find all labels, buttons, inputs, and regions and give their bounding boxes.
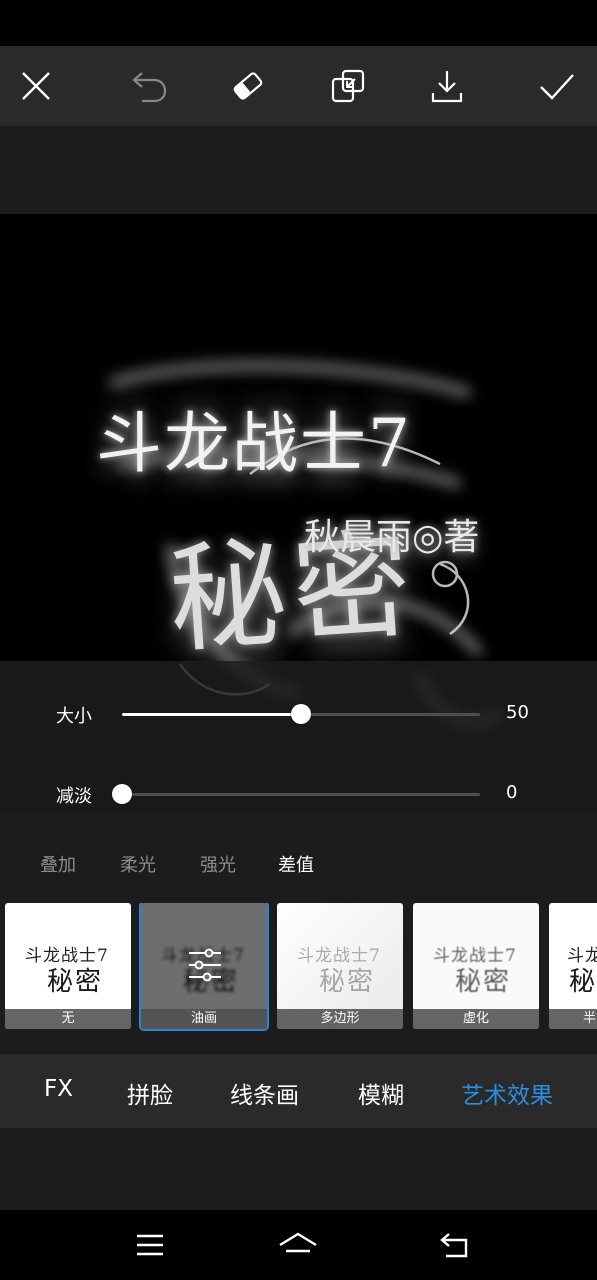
undo-button[interactable]: [121, 58, 177, 114]
artwork-author: 秋晨雨◎著: [304, 517, 480, 558]
effect-label: 无: [5, 1009, 131, 1029]
home-icon: [279, 1232, 317, 1253]
category-tab-blur[interactable]: 模糊: [358, 1076, 404, 1110]
artwork-title: 斗龙战士7: [96, 405, 412, 482]
size-label: 大小: [56, 706, 92, 727]
fade-slider-row: 减淡 0: [0, 774, 597, 814]
status-bar: [0, 0, 597, 46]
top-toolbar: [0, 46, 597, 126]
back-button[interactable]: [432, 1226, 476, 1264]
effect-thumbnails: 斗龙战士7 秘密 无 斗龙战士7 秘密 油画 斗龙战士7 秘密 多边形 斗龙战士…: [0, 903, 597, 1031]
effect-label: 多边形: [277, 1009, 403, 1029]
close-button[interactable]: [8, 58, 64, 114]
size-slider-fill: [122, 713, 301, 716]
effect-label: 虚化: [413, 1009, 539, 1029]
close-icon: [22, 72, 50, 100]
thumb-artwork: 斗龙战士7 秘密: [5, 903, 131, 1009]
undo-icon: [132, 72, 167, 103]
effect-thumb-none[interactable]: 斗龙战士7 秘密 无: [5, 903, 131, 1029]
blend-tab-overlay[interactable]: 叠加: [40, 851, 76, 877]
download-icon: [431, 71, 463, 103]
effect-category-tabs: FX 拼脸 线条画 模糊 艺术效果: [0, 1054, 597, 1128]
thumb-main-text: 秘密: [319, 967, 376, 997]
download-button[interactable]: [419, 58, 475, 114]
blend-tab-soft-light[interactable]: 柔光: [120, 851, 156, 877]
apply-button[interactable]: [529, 58, 585, 114]
compare-icon: [331, 69, 365, 103]
check-icon: [540, 74, 574, 100]
thumb-main-text: 秘密: [455, 967, 512, 997]
size-slider-thumb[interactable]: [291, 704, 311, 724]
fade-slider[interactable]: [112, 784, 480, 804]
effect-thumb-oil-painting[interactable]: 斗龙战士7 秘密 油画: [141, 903, 267, 1029]
effects-panel: 叠加 柔光 强光 差值 斗龙战士7 秘密 无 斗龙战士7 秘密 油画 斗龙战士7…: [0, 811, 597, 1054]
sliders-adjust-icon[interactable]: [185, 945, 225, 985]
thumb-main-text: 秘密: [47, 967, 104, 997]
blend-tab-difference[interactable]: 差值: [278, 851, 314, 877]
category-tab-artistic[interactable]: 艺术效果: [461, 1076, 553, 1110]
compare-button[interactable]: [320, 58, 376, 114]
fade-label: 减淡: [56, 786, 92, 807]
size-slider-row: 大小 50: [0, 694, 597, 734]
thumb-artwork: 斗龙战士7 秘密: [277, 903, 403, 1009]
blend-mode-tabs: 叠加 柔光 强光 差值: [0, 851, 597, 881]
size-slider[interactable]: [122, 704, 480, 724]
effect-thumb-half[interactable]: 斗龙战士7 秘密 半: [549, 903, 597, 1029]
back-icon: [440, 1233, 468, 1258]
fade-slider-thumb[interactable]: [112, 784, 132, 804]
slider-panel: 大小 50 减淡 0: [0, 661, 597, 811]
blend-tab-hard-light[interactable]: 强光: [200, 851, 236, 877]
eraser-button[interactable]: [220, 58, 276, 114]
bottom-spacer: [0, 1128, 597, 1210]
effect-thumb-blur[interactable]: 斗龙战士7 秘密 虚化: [413, 903, 539, 1029]
category-tab-face-swap[interactable]: 拼脸: [127, 1076, 173, 1110]
fade-value: 0: [506, 782, 518, 803]
effect-label: 油画: [141, 1009, 267, 1029]
thumb-artwork: 斗龙战士7 秘密: [413, 903, 539, 1009]
thumb-main-text: 秘密: [569, 967, 597, 997]
effect-thumb-polygon[interactable]: 斗龙战士7 秘密 多边形: [277, 903, 403, 1029]
category-tab-line-drawing[interactable]: 线条画: [230, 1076, 299, 1110]
category-tab-fx[interactable]: FX: [44, 1076, 73, 1102]
effect-label: 半: [549, 1009, 597, 1029]
size-value: 50: [506, 702, 529, 723]
eraser-icon: [233, 72, 263, 100]
canvas-top-margin: [0, 126, 597, 214]
menu-icon: [137, 1234, 163, 1256]
home-button[interactable]: [276, 1226, 320, 1264]
menu-button[interactable]: [128, 1226, 172, 1264]
system-nav-bar: [0, 1210, 597, 1280]
thumb-artwork: 斗龙战士7 秘密: [549, 903, 597, 1009]
